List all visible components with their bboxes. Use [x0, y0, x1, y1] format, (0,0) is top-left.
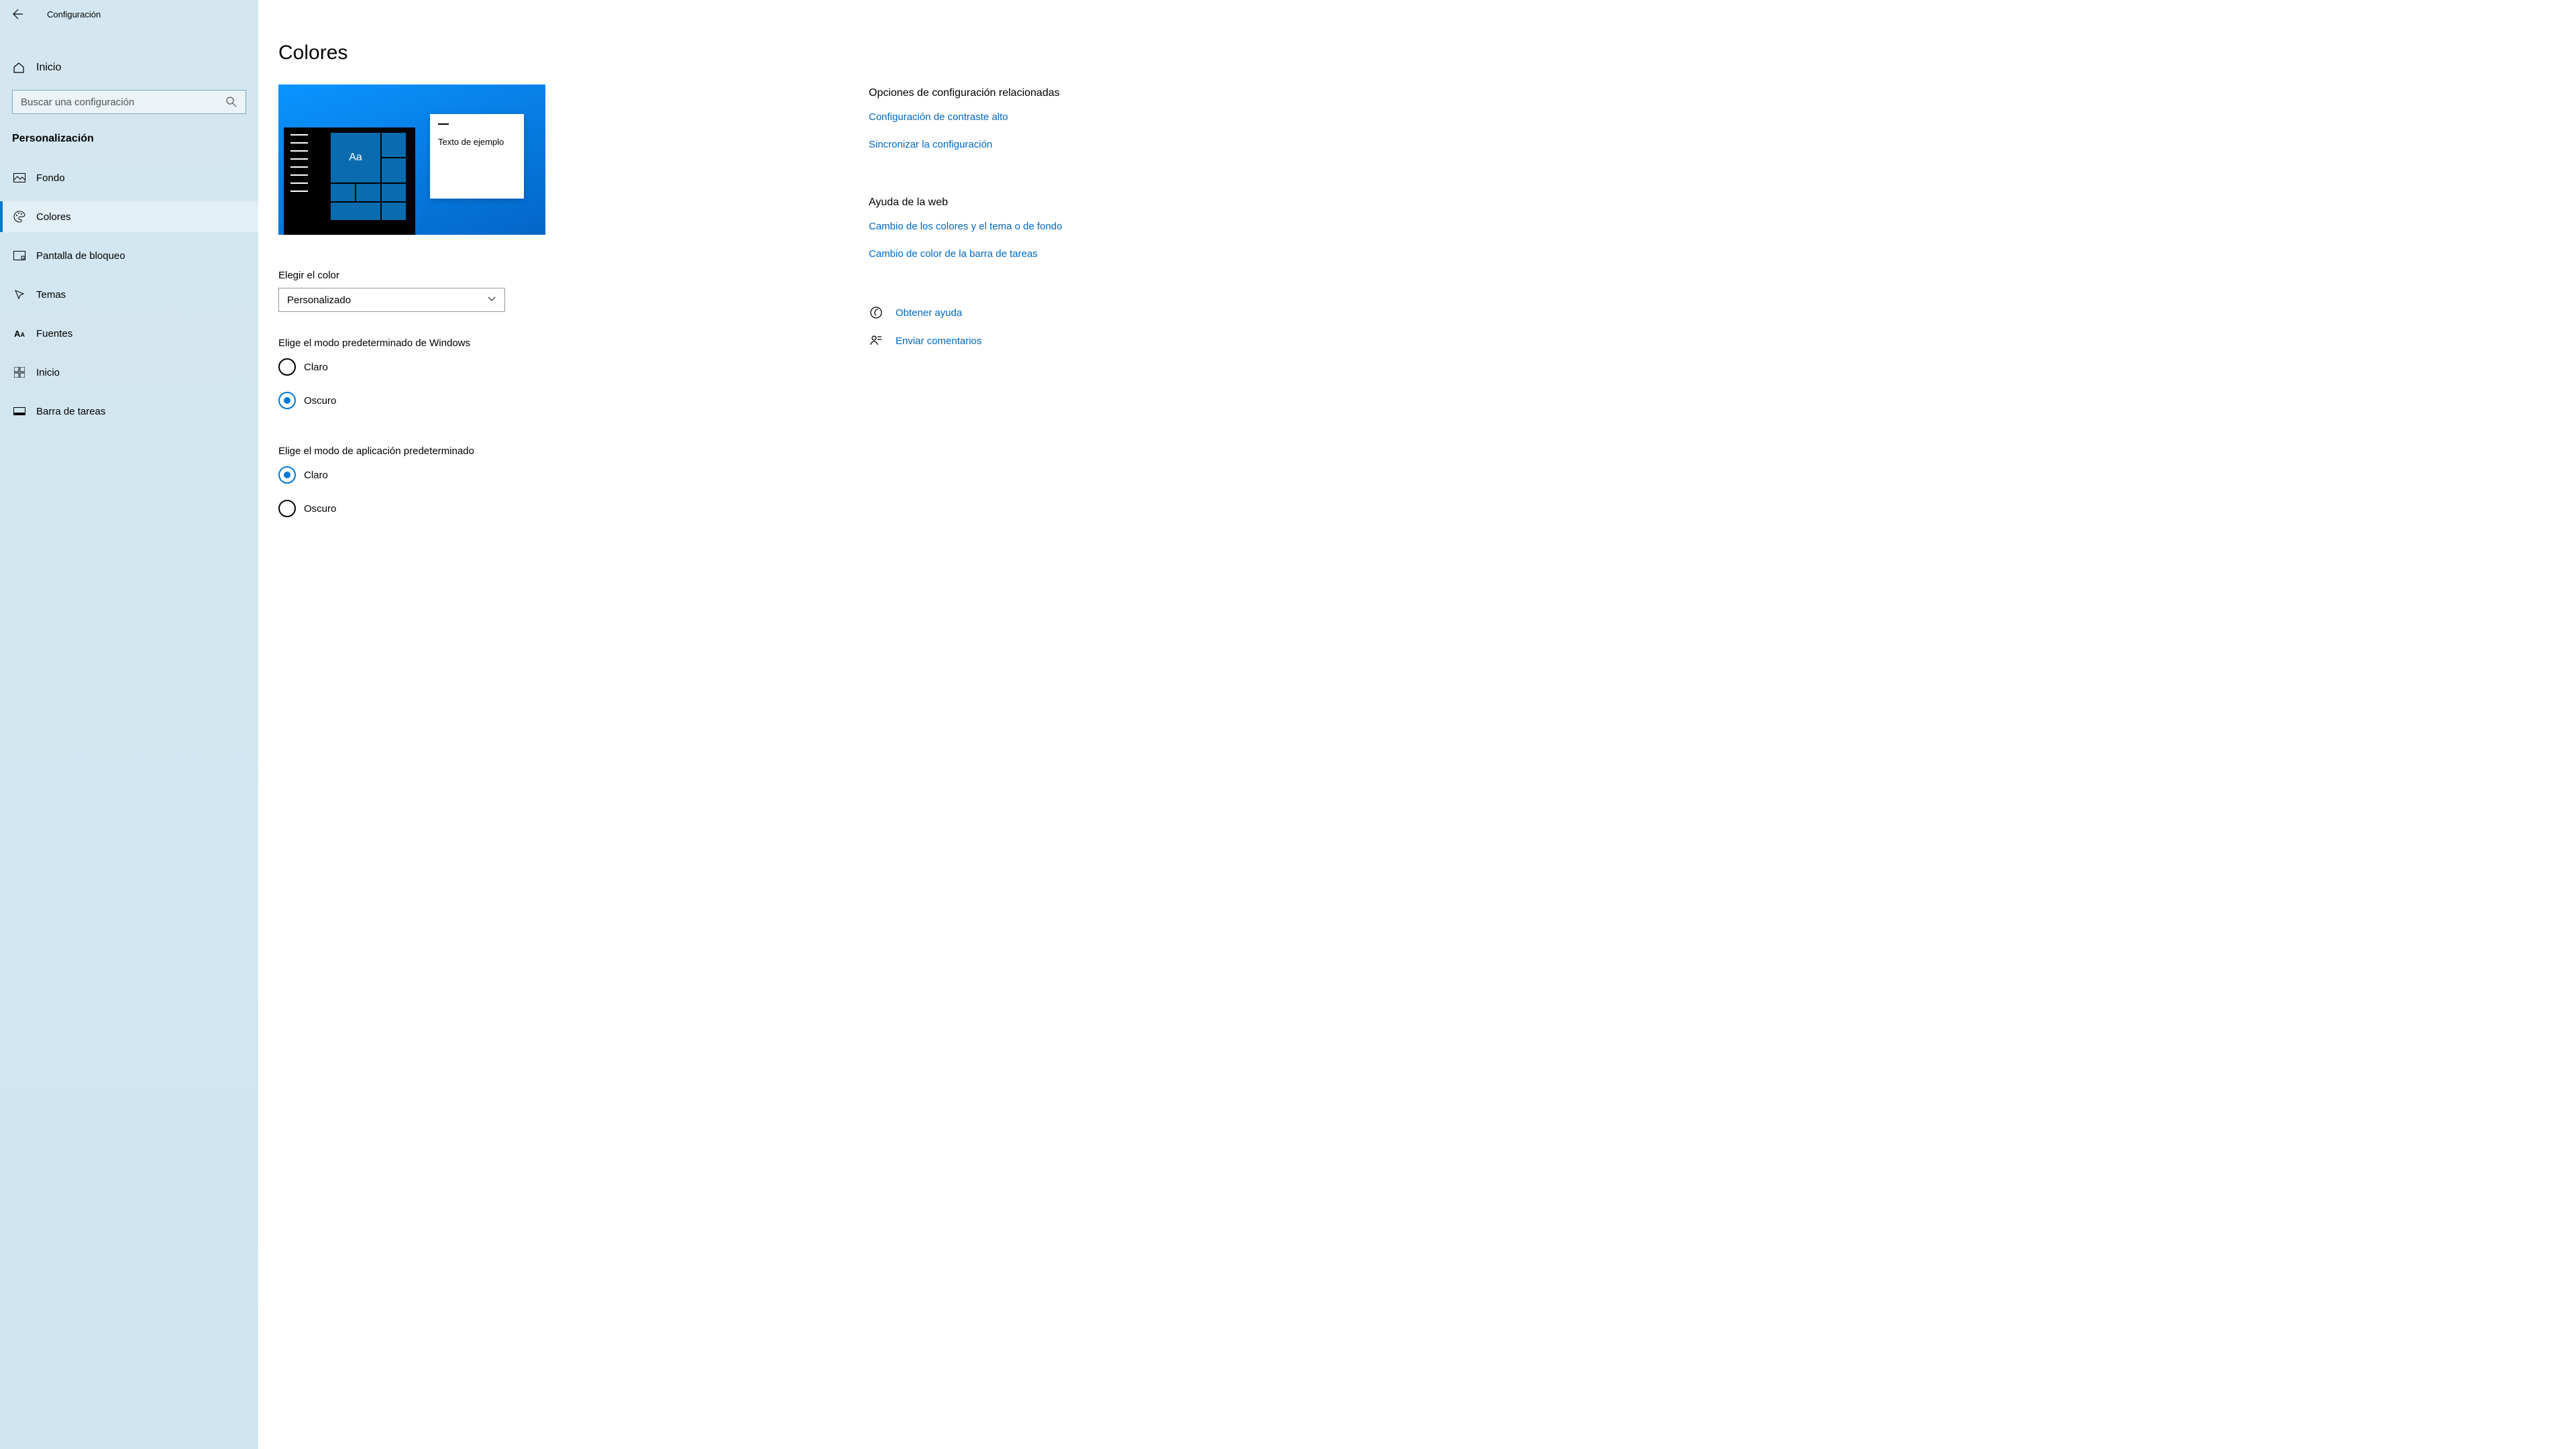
- taskbar-icon: [12, 407, 27, 415]
- link-text: Enviar comentarios: [896, 335, 981, 347]
- app-mode-label: Elige el modo de aplicación predetermina…: [278, 445, 862, 457]
- nav-item-colores[interactable]: Colores: [0, 201, 258, 232]
- nav-item-fuentes[interactable]: AA Fuentes: [0, 318, 258, 349]
- nav-label: Inicio: [36, 367, 60, 378]
- related-link-contrast[interactable]: Configuración de contraste alto: [869, 110, 1070, 125]
- radio-icon: [278, 500, 296, 517]
- nav-label: Temas: [36, 289, 66, 301]
- back-button[interactable]: [12, 8, 24, 20]
- arrow-left-icon: [13, 9, 23, 19]
- main: Colores Aa: [258, 0, 2576, 1449]
- color-select-label: Elegir el color: [278, 270, 862, 281]
- nav-label: Fondo: [36, 172, 65, 184]
- web-link-colors[interactable]: Cambio de los colores y el tema o de fon…: [869, 219, 1070, 235]
- radio-label: Claro: [304, 470, 328, 481]
- windows-mode-label: Elige el modo predeterminado de Windows: [278, 337, 862, 349]
- color-mode-dropdown[interactable]: Personalizado: [278, 288, 505, 312]
- windows-mode-oscuro[interactable]: Oscuro: [278, 392, 862, 409]
- nav-item-temas[interactable]: Temas: [0, 279, 258, 310]
- page-title: Colores: [278, 42, 862, 64]
- sidebar: Configuración Inicio Personalización Fon…: [0, 0, 258, 1449]
- related-heading: Opciones de configuración relacionadas: [869, 87, 1070, 99]
- search-icon: [225, 96, 237, 108]
- preview-start-menu: Aa: [284, 127, 415, 235]
- preview-tile-aa: Aa: [331, 133, 380, 182]
- app-title: Configuración: [47, 9, 101, 19]
- app-mode-oscuro[interactable]: Oscuro: [278, 500, 862, 517]
- preview-window: Texto de ejemplo: [430, 114, 524, 199]
- lockscreen-icon: [12, 251, 27, 260]
- titlebar: Configuración: [0, 0, 258, 24]
- nav-label: Barra de tareas: [36, 406, 105, 417]
- section-title: Personalización: [0, 114, 258, 153]
- preview-window-text: Texto de ejemplo: [438, 137, 516, 147]
- radio-label: Claro: [304, 362, 328, 373]
- chevron-down-icon: [487, 294, 496, 306]
- web-link-taskbar[interactable]: Cambio de color de la barra de tareas: [869, 247, 1070, 262]
- radio-label: Oscuro: [304, 395, 336, 407]
- related-link-sync[interactable]: Sincronizar la configuración: [869, 138, 1070, 153]
- nav-label: Colores: [36, 211, 71, 223]
- get-help-link[interactable]: Obtener ayuda: [869, 306, 1070, 319]
- nav-label: Fuentes: [36, 328, 72, 339]
- home-label: Inicio: [36, 62, 61, 74]
- nav-item-barra-tareas[interactable]: Barra de tareas: [0, 396, 258, 427]
- feedback-icon: [869, 334, 883, 347]
- themes-icon: [12, 288, 27, 301]
- nav-label: Pantalla de bloqueo: [36, 250, 125, 262]
- nav-item-pantalla-bloqueo[interactable]: Pantalla de bloqueo: [0, 240, 258, 271]
- radio-label: Oscuro: [304, 503, 336, 515]
- web-help-heading: Ayuda de la web: [869, 197, 1070, 209]
- nav-item-inicio[interactable]: Inicio: [0, 357, 258, 388]
- feedback-link[interactable]: Enviar comentarios: [869, 334, 1070, 347]
- link-text: Obtener ayuda: [896, 307, 962, 319]
- radio-checked-icon: [278, 466, 296, 484]
- right-column: Opciones de configuración relacionadas C…: [869, 42, 1070, 1449]
- radio-checked-icon: [278, 392, 296, 409]
- search-box[interactable]: [12, 90, 246, 114]
- color-preview: Aa Texto de ejemplo: [278, 85, 545, 235]
- fonts-icon: AA: [12, 329, 27, 339]
- home-icon: [12, 62, 25, 74]
- app-mode-claro[interactable]: Claro: [278, 466, 862, 484]
- help-icon: [869, 306, 883, 319]
- nav-list: Fondo Colores Pantalla de bloqueo Temas …: [0, 162, 258, 435]
- windows-mode-claro[interactable]: Claro: [278, 358, 862, 376]
- home-nav[interactable]: Inicio: [0, 52, 258, 83]
- dropdown-value: Personalizado: [287, 294, 351, 306]
- palette-icon: [12, 211, 27, 223]
- search-input[interactable]: [13, 97, 235, 108]
- radio-icon: [278, 358, 296, 376]
- start-icon: [12, 367, 27, 378]
- image-icon: [12, 173, 27, 182]
- nav-item-fondo[interactable]: Fondo: [0, 162, 258, 193]
